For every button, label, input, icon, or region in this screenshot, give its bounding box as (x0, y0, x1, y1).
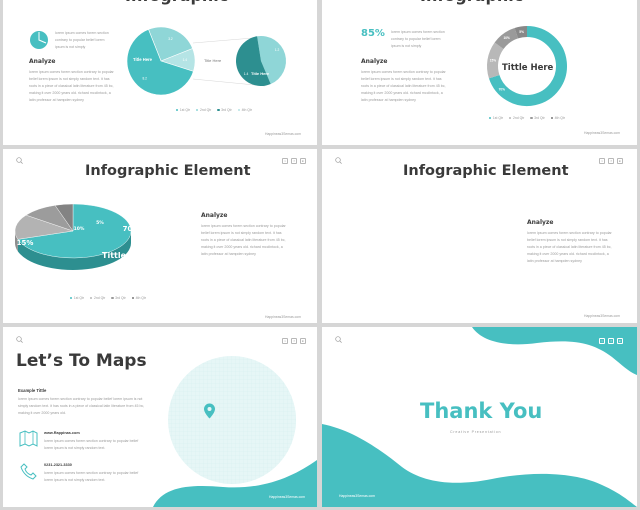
phone-body: lorem ipsum comes forem section contrary… (44, 471, 139, 482)
search-icon[interactable] (335, 336, 342, 343)
analyze-body: lorem ipsum comes forem section contrary… (527, 231, 612, 263)
slide-thank-you[interactable]: t f in Thank You Creative Presentation H… (322, 327, 637, 507)
data-label: 5% (96, 220, 104, 226)
legend-item: 1st Qtr (70, 296, 84, 300)
connector-label: Title Here (204, 58, 222, 63)
legend-item: 3rd Qtr (530, 116, 545, 120)
data-label: 10% (74, 226, 85, 232)
analyze-body: lorem ipsum comes forem section contrary… (201, 224, 286, 256)
pie-center-label: Tittle Here (102, 251, 151, 260)
chart-legend: 1st Qtr 2nd Qtr 3rd Qtr 4th Qtr (489, 116, 565, 120)
slide-maps[interactable]: t f in Let’s To Maps Example Tittle lore… (3, 327, 317, 507)
analyze-heading: Analyze (527, 219, 554, 226)
doughnut-chart: 70% 15% 10% 5% (487, 26, 567, 106)
slide-histogram[interactable]: t f in Infographic Element Analyze lorem… (322, 149, 637, 323)
website-body: lorem ipsum comes forem section contrary… (44, 439, 139, 450)
chart-legend: 1st Qtr 2nd Qtr 3rd Qtr 4th Qtr (176, 108, 252, 112)
map-icon (19, 430, 38, 447)
top-wave (472, 327, 637, 375)
footer-url: Happineas3Semas.com (584, 314, 620, 318)
data-label: 15% (17, 239, 34, 247)
data-label: 70% (123, 225, 140, 233)
legend-item: 4th Qtr (237, 108, 252, 112)
data-label: 70% (499, 88, 506, 92)
legend-item: 1st Qtr (489, 116, 503, 120)
legend-item: 3rd Qtr (217, 108, 232, 112)
legend-item: 4th Qtr (131, 296, 146, 300)
legend-item: 4th Qtr (550, 116, 565, 120)
twitter-icon[interactable]: t (599, 338, 605, 344)
data-label: 15% (490, 59, 497, 63)
main-pie-label: Title Here (133, 57, 153, 62)
legend-item: 2nd Qtr (509, 116, 524, 120)
footer-url: Happineas3Semas.com (265, 132, 301, 136)
data-label: 1.4 (244, 72, 249, 76)
data-label: 10% (504, 36, 511, 40)
thank-you-subtitle: Creative Presentation (450, 430, 502, 434)
data-label: 1.2 (275, 48, 280, 52)
social-links: t f in (599, 338, 623, 344)
slide-3d-pie[interactable]: t f in Infographic Element 70% 15% 10% 5% T… (3, 149, 317, 323)
example-body: lorem ipsum comes forem section contrary… (18, 397, 145, 415)
data-label: 8.2 (143, 76, 148, 80)
chart-legend: 1st Qtr 2nd Qtr 3rd Qtr 4th Qtr (70, 296, 146, 300)
footer-url: Happineas3Semas.com (584, 131, 620, 135)
legend-item: 2nd Qtr (196, 108, 211, 112)
data-label: 5% (519, 30, 524, 34)
thank-you-title: Thank You (420, 399, 543, 423)
data-label: 3.2 (168, 37, 173, 41)
phone-icon (20, 463, 37, 480)
facebook-icon[interactable]: f (608, 338, 614, 344)
website-link[interactable]: www.Rappinas.com (44, 431, 80, 435)
footer-url: Happineas3Semas.com (265, 315, 301, 319)
slide-pie-of-pie[interactable]: Infographic lorem ipsum comes forem sect… (3, 0, 317, 145)
legend-item: 2nd Qtr (90, 296, 105, 300)
legend-item: 1st Qtr (176, 108, 190, 112)
pie-of-pie-chart: 3.2 1.4 8.2 1.2 1.4 (126, 26, 286, 96)
phone-number[interactable]: 0231-2321-3330 (44, 463, 72, 467)
footer-url: Happineas3Semas.com (339, 494, 375, 498)
footer-url: Happineas3Semas.com (269, 495, 305, 499)
analyze-heading: Analyze (201, 212, 228, 219)
slide-doughnut[interactable]: Infographic 85% lorem ipsum comes forem … (322, 0, 637, 145)
detail-pie-label: Title Here (251, 71, 270, 76)
example-title: Example Tittle (18, 388, 47, 393)
data-label: 1.4 (183, 58, 188, 62)
linkedin-icon[interactable]: in (617, 338, 623, 344)
legend-item: 3rd Qtr (111, 296, 126, 300)
doughnut-center-label: Tittle Here (502, 63, 554, 73)
